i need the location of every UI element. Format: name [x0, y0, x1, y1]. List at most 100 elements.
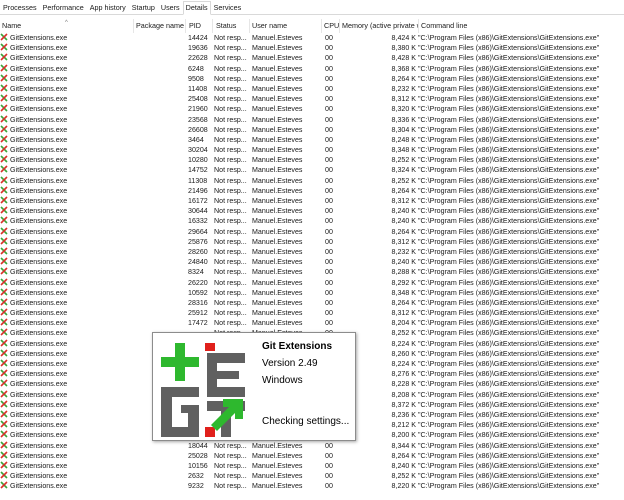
table-row[interactable]: GitExtensions.exe 2632 Not resp... Manuel.E…: [0, 471, 624, 481]
table-row[interactable]: GitExtensions.exe 17472 Not resp... Manuel.…: [0, 318, 624, 328]
column-header-user[interactable]: User name: [252, 19, 322, 33]
table-row[interactable]: GitExtensions.exe 28260 Not resp... Manuel.…: [0, 247, 624, 257]
column-header-name[interactable]: Name: [2, 19, 134, 33]
git-extensions-process-icon: [0, 471, 8, 479]
cpu-cell: 00: [325, 54, 333, 63]
user-cell: Manuel.Esteves: [252, 309, 303, 318]
table-row[interactable]: GitExtensions.exe 14752 Not resp... Manuel.…: [0, 165, 624, 175]
table-row[interactable]: GitExtensions.exe 28316 Not resp... Manuel.…: [0, 298, 624, 308]
git-extensions-process-icon: [0, 339, 8, 347]
table-row[interactable]: GitExtensions.exe 11308 Not resp... Manuel.…: [0, 176, 624, 186]
git-extensions-process-icon: [0, 63, 8, 72]
tab-services[interactable]: Services: [211, 1, 245, 14]
pid-cell: 11308: [188, 176, 208, 185]
memory-cell: 8,264 K: [391, 298, 416, 307]
user-cell: Manuel.Esteves: [252, 451, 303, 460]
status-cell: Not resp...: [214, 227, 247, 236]
column-header-cpu[interactable]: CPU: [324, 19, 340, 33]
table-row[interactable]: GitExtensions.exe 3464 Not resp... Manuel.E…: [0, 135, 624, 145]
process-name-text: GitExtensions.exe: [10, 329, 68, 338]
user-cell: Manuel.Esteves: [252, 146, 303, 155]
table-row[interactable]: GitExtensions.exe 9508 Not resp... Manuel.E…: [0, 74, 624, 84]
git-extensions-process-icon: [0, 257, 8, 265]
table-row[interactable]: GitExtensions.exe 14424 Not resp... Manuel.…: [0, 33, 624, 43]
pid-cell: 30204: [188, 146, 208, 155]
process-name-text: GitExtensions.exe: [10, 64, 68, 73]
column-header-memory[interactable]: Memory (active private w...: [342, 19, 419, 33]
cpu-cell: 00: [325, 135, 333, 144]
logo-letter-e: [207, 353, 245, 397]
git-extensions-process-icon: [0, 400, 8, 408]
process-name: GitExtensions.exe: [0, 196, 134, 206]
process-name-text: GitExtensions.exe: [10, 125, 68, 134]
memory-cell: 8,220 K: [391, 482, 416, 491]
git-extensions-process-icon: [0, 165, 8, 174]
table-row[interactable]: GitExtensions.exe 22628 Not resp... Manuel.…: [0, 53, 624, 63]
process-name-text: GitExtensions.exe: [10, 115, 68, 124]
table-row[interactable]: GitExtensions.exe 10280 Not resp... Manuel.…: [0, 155, 624, 165]
table-row[interactable]: GitExtensions.exe 29664 Not resp... Manuel.…: [0, 226, 624, 237]
process-name: GitExtensions.exe: [0, 74, 134, 84]
git-extensions-process-icon: [0, 226, 8, 235]
table-row[interactable]: GitExtensions.exe 11408 Not resp... Manuel.…: [0, 84, 624, 94]
table-row[interactable]: GitExtensions.exe 24840 Not resp... Manuel.…: [0, 257, 624, 267]
table-row[interactable]: GitExtensions.exe 25028 Not resp... Manuel.…: [0, 451, 624, 461]
tab-details[interactable]: Details: [182, 1, 211, 15]
memory-cell: 8,252 K: [391, 176, 416, 185]
process-name: GitExtensions.exe: [0, 461, 134, 471]
table-row[interactable]: GitExtensions.exe 25408 Not resp... Manuel.…: [0, 94, 624, 104]
table-row[interactable]: GitExtensions.exe 19636 Not resp... Manuel.…: [0, 43, 624, 53]
git-extensions-process-icon: [0, 430, 8, 438]
table-row[interactable]: GitExtensions.exe 23568 Not resp... Manuel.…: [0, 114, 624, 125]
tab-startup[interactable]: Startup: [129, 1, 158, 14]
table-row[interactable]: GitExtensions.exe 16332 Not resp... Manuel.…: [0, 216, 624, 226]
user-cell: Manuel.Esteves: [252, 125, 303, 134]
user-cell: Manuel.Esteves: [252, 237, 303, 246]
column-header-pid[interactable]: PID: [189, 19, 213, 33]
git-extensions-process-icon: [0, 308, 8, 316]
process-name-text: GitExtensions.exe: [10, 135, 68, 144]
table-row[interactable]: GitExtensions.exe 10156 Not resp... Manuel.…: [0, 461, 624, 471]
table-row[interactable]: GitExtensions.exe 26220 Not resp... Manuel.…: [0, 277, 624, 288]
column-header-package[interactable]: Package name: [136, 19, 186, 33]
table-row[interactable]: GitExtensions.exe 21496 Not resp... Manuel.…: [0, 186, 624, 196]
splash-status: Checking settings...: [262, 416, 350, 427]
process-name-text: GitExtensions.exe: [10, 237, 68, 246]
process-name: GitExtensions.exe: [0, 349, 134, 359]
memory-cell: 8,212 K: [391, 421, 416, 430]
tab-processes[interactable]: Processes: [0, 1, 40, 14]
process-name: GitExtensions.exe: [0, 298, 134, 308]
process-name-text: GitExtensions.exe: [10, 34, 68, 42]
table-row[interactable]: GitExtensions.exe 6248 Not resp... Manuel.E…: [0, 63, 624, 74]
column-header-status[interactable]: Status: [216, 19, 250, 33]
table-row[interactable]: GitExtensions.exe 18044 Not resp... Manuel.…: [0, 440, 624, 451]
table-row[interactable]: GitExtensions.exe 30644 Not resp... Manuel.…: [0, 206, 624, 216]
memory-cell: 8,208 K: [391, 390, 416, 399]
table-row[interactable]: GitExtensions.exe 30204 Not resp... Manuel.…: [0, 145, 624, 155]
column-header-command[interactable]: Command line: [421, 19, 624, 33]
cpu-cell: 00: [325, 227, 333, 236]
process-name-text: GitExtensions.exe: [10, 105, 68, 114]
table-row[interactable]: GitExtensions.exe 9232 Not resp... Manuel.E…: [0, 481, 624, 491]
cpu-cell: 00: [325, 278, 333, 287]
tab-performance[interactable]: Performance: [40, 1, 87, 14]
table-row[interactable]: GitExtensions.exe 8324 Not resp... Manuel.E…: [0, 267, 624, 277]
memory-cell: 8,372 K: [391, 400, 416, 409]
pid-cell: 6248: [188, 64, 204, 73]
pid-cell: 25028: [188, 451, 208, 460]
table-row[interactable]: GitExtensions.exe 25912 Not resp... Manuel.…: [0, 308, 624, 318]
table-row[interactable]: GitExtensions.exe 21960 Not resp... Manuel.…: [0, 104, 624, 114]
process-name: GitExtensions.exe: [0, 176, 134, 186]
process-name-text: GitExtensions.exe: [10, 166, 68, 175]
tab-users[interactable]: Users: [158, 1, 183, 14]
command-line-cell: "C:\Program Files (x86)\GitExtensions\Gi…: [418, 135, 600, 144]
pid-cell: 11408: [188, 84, 208, 93]
table-row[interactable]: GitExtensions.exe 16172 Not resp... Manuel.…: [0, 196, 624, 206]
table-row[interactable]: GitExtensions.exe 25876 Not resp... Manuel.…: [0, 237, 624, 247]
table-row[interactable]: GitExtensions.exe 26608 Not resp... Manuel.…: [0, 125, 624, 135]
status-cell: Not resp...: [214, 64, 247, 73]
command-line-cell: "C:\Program Files (x86)\GitExtensions\Gi…: [418, 95, 600, 104]
command-line-cell: "C:\Program Files (x86)\GitExtensions\Gi…: [418, 247, 600, 256]
tab-app-history[interactable]: App history: [87, 1, 129, 14]
table-row[interactable]: GitExtensions.exe 10592 Not resp... Manuel.…: [0, 288, 624, 298]
